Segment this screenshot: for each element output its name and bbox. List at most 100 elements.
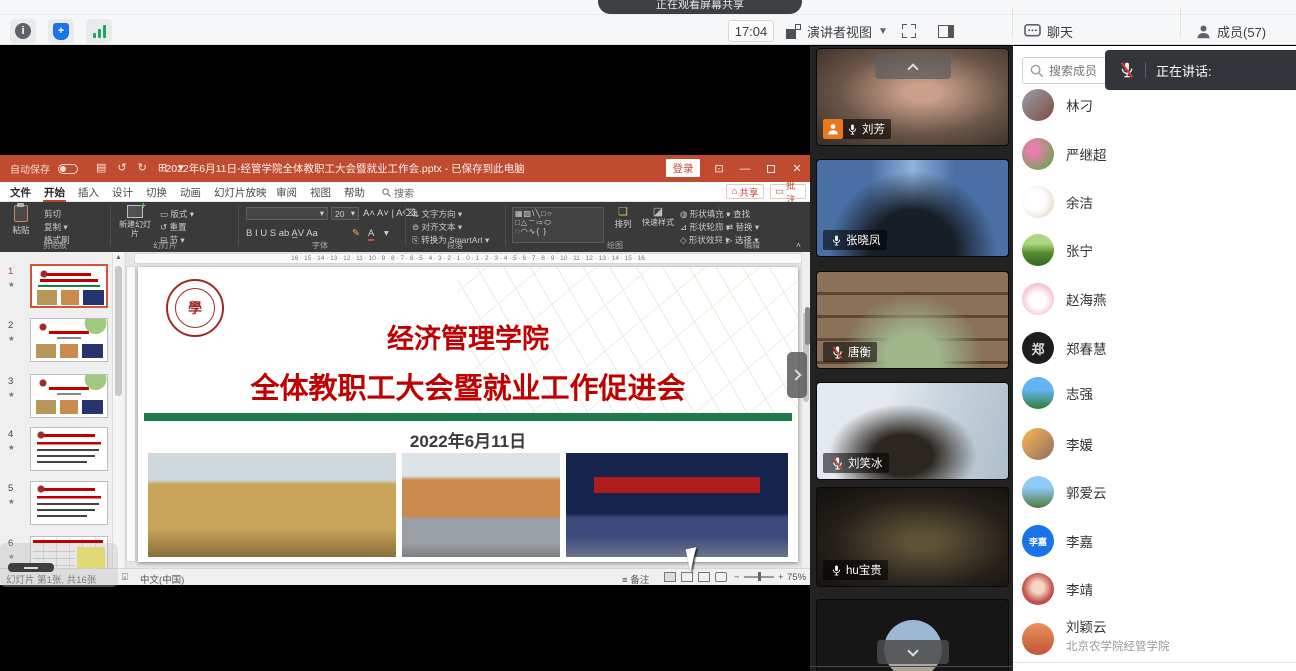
member-name: 郭爱云: [1066, 482, 1107, 502]
member-row[interactable]: 志强: [1013, 369, 1296, 417]
member-row[interactable]: 赵海燕: [1013, 275, 1296, 323]
mic-muted-icon: [831, 456, 844, 471]
text-direction-button[interactable]: ⇅ 文字方向 ▾: [412, 208, 462, 220]
minimize-button[interactable]: —: [732, 155, 758, 182]
tab-view[interactable]: 视图: [306, 182, 335, 202]
collapse-video-panel-button[interactable]: [787, 352, 807, 398]
arrange-button[interactable]: ❏ 排列: [608, 205, 638, 230]
tab-review[interactable]: 审阅: [272, 182, 301, 202]
security-button[interactable]: +: [48, 19, 74, 43]
tab-design[interactable]: 设计: [108, 182, 137, 202]
member-row[interactable]: 余洁: [1013, 178, 1296, 226]
network-status-button[interactable]: [86, 19, 112, 43]
login-button[interactable]: 登录: [666, 159, 700, 177]
tab-transitions[interactable]: 切换: [142, 182, 171, 202]
highlight-color-button[interactable]: ✎: [352, 228, 360, 239]
avatar: 李嘉: [1022, 525, 1054, 557]
quick-styles-button[interactable]: ◪ 快速样式: [640, 205, 676, 227]
slide-thumbnail-1[interactable]: [30, 264, 108, 308]
shape-fill-button[interactable]: ◍ 形状填充 ▾: [680, 208, 730, 220]
normal-view-button[interactable]: [664, 572, 676, 582]
zoom-level[interactable]: 75%: [787, 572, 806, 583]
language-indicator[interactable]: 中文(中国): [140, 572, 184, 586]
notes-button[interactable]: ≡ 备注: [622, 572, 649, 586]
collapse-tiles-button[interactable]: [875, 54, 951, 79]
video-tile-liuxiaobing[interactable]: 刘笑冰: [816, 382, 1009, 480]
comments-button[interactable]: ▭批注: [770, 184, 806, 199]
video-tile-liufang[interactable]: 刘芳: [816, 48, 1009, 146]
font-color-button[interactable]: A: [368, 228, 374, 241]
paste-button[interactable]: 粘贴: [4, 205, 38, 236]
tab-help[interactable]: 帮助: [340, 182, 369, 202]
expand-tiles-button[interactable]: [877, 640, 949, 664]
slide-thumbnail-3[interactable]: [30, 374, 108, 418]
slide-scrollbar[interactable]: [801, 252, 810, 568]
slide-thumbnail-5[interactable]: [30, 481, 108, 525]
member-row[interactable]: 李嘉 李嘉: [1013, 517, 1296, 565]
collapse-ribbon-button[interactable]: ˄: [796, 240, 801, 250]
slide-sorter-view-button[interactable]: [681, 572, 693, 582]
member-row[interactable]: 李媛: [1013, 420, 1296, 468]
floating-toolbar-handle[interactable]: [8, 563, 54, 572]
shape-outline-button[interactable]: ⊿ 形状轮廓 ▾: [680, 221, 730, 233]
font-size-select[interactable]: 20▾: [331, 207, 359, 220]
ribbon-search[interactable]: 搜索: [382, 185, 414, 199]
slide-title-line2: 全体教职工大会暨就业工作促进会: [138, 365, 798, 407]
participant-name-chip: hu宝贵: [823, 560, 888, 580]
reset-button[interactable]: ↺ 重置: [160, 221, 187, 233]
video-tile-hubaogui[interactable]: hu宝贵: [816, 487, 1009, 587]
zoom-out-button[interactable]: −: [734, 572, 740, 583]
side-panel-toggle-button[interactable]: [938, 18, 954, 44]
toast-separator: [1145, 62, 1146, 78]
view-mode-button[interactable]: 演讲者视图 ▼: [786, 18, 888, 44]
transition-star-icon: ★: [8, 390, 15, 399]
member-row[interactable]: 郑 郑春慧: [1013, 324, 1296, 372]
tab-slideshow[interactable]: 幻灯片放映: [210, 182, 271, 202]
tab-animations[interactable]: 动画: [176, 182, 205, 202]
slide-thumbnail-2[interactable]: [30, 318, 108, 362]
clear-format-button[interactable]: ▾: [384, 228, 389, 239]
thumbnail-scrollbar[interactable]: ▲: [112, 252, 123, 568]
tab-insert[interactable]: 插入: [74, 182, 103, 202]
fullscreen-button[interactable]: [902, 18, 916, 44]
screen-share-toast: 正在观看屏幕共享: [598, 0, 802, 14]
cut-button[interactable]: 剪切: [44, 208, 61, 220]
chat-button[interactable]: 聊天: [1024, 18, 1073, 44]
restore-button[interactable]: [758, 155, 784, 182]
tab-home[interactable]: 开始: [40, 182, 69, 202]
share-button[interactable]: ⌂共享: [726, 184, 764, 199]
meeting-info-button[interactable]: i: [10, 19, 36, 43]
font-style-buttons[interactable]: B I U S ab A̲V Aa: [246, 228, 318, 239]
font-name-select[interactable]: ▾: [246, 207, 328, 220]
member-row[interactable]: 郭爱云: [1013, 468, 1296, 516]
video-tile-zhangxiaofeng[interactable]: 张晓凤: [816, 159, 1009, 257]
video-tile-tangheng[interactable]: 唐衡: [816, 271, 1009, 369]
zoom-slider-thumb[interactable]: [758, 572, 761, 581]
shapes-gallery[interactable]: ▦▧\╲□○□△⌔⇨⬭◌◠∿{ }: [512, 207, 604, 243]
layout-button[interactable]: ▭ 版式 ▾: [160, 208, 194, 220]
new-slide-button[interactable]: + 新建幻灯片: [116, 205, 154, 238]
member-row[interactable]: 李靖: [1013, 565, 1296, 613]
transition-star-icon: ★: [8, 334, 15, 343]
grow-shrink-font-buttons[interactable]: A˄ A˅ | A⌫: [363, 208, 416, 219]
tab-file[interactable]: 文件: [6, 182, 35, 202]
replace-button[interactable]: ⇄ 替换 ▾: [726, 221, 759, 233]
member-row[interactable]: 严继超: [1013, 130, 1296, 178]
participant-name: 张晓凤: [846, 232, 881, 248]
copy-button[interactable]: 复制 ▾: [44, 221, 68, 233]
reading-view-button[interactable]: [698, 572, 710, 582]
member-row[interactable]: 刘颖云 北京农学院经管学院: [1013, 607, 1296, 663]
green-divider-bar: [144, 413, 792, 421]
ribbon-display-button[interactable]: ⊡: [706, 155, 732, 182]
video-tile-more[interactable]: [816, 599, 1009, 671]
quick-styles-icon: ◪: [640, 205, 676, 218]
zoom-in-button[interactable]: +: [778, 572, 784, 583]
slide-thumbnail-4[interactable]: [30, 427, 108, 471]
align-text-button[interactable]: ⊜ 对齐文本 ▾: [412, 221, 462, 233]
panel-divider: [1013, 662, 1296, 663]
slideshow-view-button[interactable]: [715, 572, 727, 582]
find-button[interactable]: ⌕ 查找: [726, 208, 750, 220]
member-row[interactable]: 张宁: [1013, 226, 1296, 274]
members-button[interactable]: 成员(57): [1196, 18, 1266, 44]
scroll-up-arrow[interactable]: ▲: [115, 254, 122, 261]
